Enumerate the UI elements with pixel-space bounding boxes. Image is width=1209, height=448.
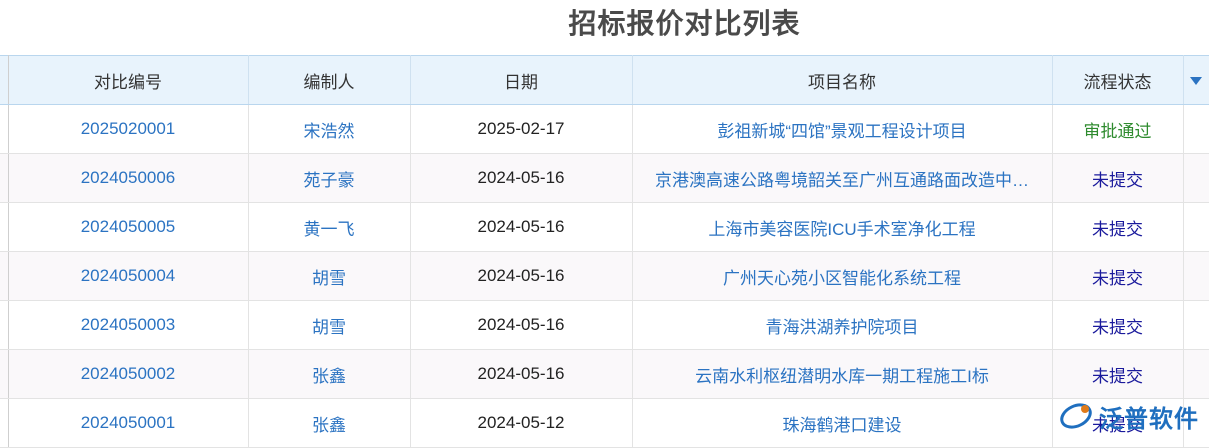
row-gutter-header [0,55,9,105]
cell-status: 未提交 [1052,349,1184,399]
row-gutter [0,153,9,203]
cell-status: 未提交 [1052,251,1184,301]
table-row[interactable]: 2024050006 苑子豪 2024-05-16 京港澳高速公路粤境韶关至广州互通路… [0,153,1209,203]
cell-code[interactable]: 2024050002 [8,349,249,399]
page-title: 招标报价对比列表 [568,8,801,39]
cell-date: 2024-05-16 [410,153,633,203]
cell-person[interactable]: 胡雪 [248,251,411,301]
cell-date: 2024-05-16 [410,251,633,301]
cell-spacer [1183,153,1209,203]
table-row[interactable]: 2024050002 张鑫 2024-05-16 云南水利枢纽潜明水库一期工程施工I标… [0,349,1209,399]
cell-project[interactable]: 珠海鹤港口建设 [632,398,1053,448]
table-row[interactable]: 2024050005 黄一飞 2024-05-16 上海市美容医院ICU手术室净化工程… [0,202,1209,252]
column-header-person[interactable]: 编制人 [248,55,411,105]
cell-project[interactable]: 京港澳高速公路粤境韶关至广州互通路面改造中… [632,153,1053,203]
cell-spacer [1183,349,1209,399]
cell-date: 2024-05-16 [410,300,633,350]
cell-person[interactable]: 胡雪 [248,300,411,350]
cell-code[interactable]: 2024050006 [8,153,249,203]
cell-spacer [1183,104,1209,154]
cell-code[interactable]: 2024050001 [8,398,249,448]
logo-text: 泛普软件 [1099,405,1199,433]
comparison-table: 对比编号 编制人 日期 项目名称 流程状态 2025020001 宋浩然 2025-… [0,55,1209,448]
cell-date: 2024-05-16 [410,202,633,252]
table-row[interactable]: 2024050003 胡雪 2024-05-16 青海洪湖养护院项目 未提交 [0,300,1209,350]
cell-person[interactable]: 张鑫 [248,349,411,399]
row-gutter [0,300,9,350]
table-row[interactable]: 2024050001 张鑫 2024-05-12 珠海鹤港口建设 未提交 [0,398,1209,448]
cell-code[interactable]: 2024050003 [8,300,249,350]
cell-status: 审批通过 [1052,104,1184,154]
cell-date: 2024-05-16 [410,349,633,399]
cell-project[interactable]: 彭祖新城“四馆”景观工程设计项目 [632,104,1053,154]
column-header-project[interactable]: 项目名称 [632,55,1053,105]
row-gutter [0,398,9,448]
column-header-code[interactable]: 对比编号 [8,55,249,105]
table-header-row: 对比编号 编制人 日期 项目名称 流程状态 [0,55,1209,105]
cell-person[interactable]: 宋浩然 [248,104,411,154]
logo-icon [1060,403,1092,429]
cell-code[interactable]: 2024050005 [8,202,249,252]
row-gutter [0,104,9,154]
brand-logo: 泛普软件 [1059,396,1199,436]
row-gutter [0,202,9,252]
cell-spacer [1183,251,1209,301]
table-row[interactable]: 2024050004 胡雪 2024-05-16 广州天心苑小区智能化系统工程 未提交 [0,251,1209,301]
cell-spacer [1183,300,1209,350]
column-header-date[interactable]: 日期 [410,55,633,105]
cell-status: 未提交 [1052,300,1184,350]
cell-person[interactable]: 张鑫 [248,398,411,448]
row-gutter [0,251,9,301]
cell-project[interactable]: 青海洪湖养护院项目 [632,300,1053,350]
cell-person[interactable]: 黄一飞 [248,202,411,252]
row-gutter [0,349,9,399]
cell-project[interactable]: 云南水利枢纽潜明水库一期工程施工I标 [632,349,1053,399]
cell-status: 未提交 [1052,202,1184,252]
cell-project[interactable]: 上海市美容医院ICU手术室净化工程 [632,202,1053,252]
cell-status: 未提交 [1052,153,1184,203]
table-row[interactable]: 2025020001 宋浩然 2025-02-17 彭祖新城“四馆”景观工程设计项目审… [0,104,1209,154]
cell-date: 2025-02-17 [410,104,633,154]
cell-code[interactable]: 2025020001 [8,104,249,154]
cell-date: 2024-05-12 [410,398,633,448]
cell-person[interactable]: 苑子豪 [248,153,411,203]
cell-project[interactable]: 广州天心苑小区智能化系统工程 [632,251,1053,301]
column-menu-button[interactable] [1183,55,1209,105]
cell-spacer [1183,202,1209,252]
cell-code[interactable]: 2024050004 [8,251,249,301]
chevron-down-icon [1190,77,1202,85]
column-header-status[interactable]: 流程状态 [1052,55,1184,105]
